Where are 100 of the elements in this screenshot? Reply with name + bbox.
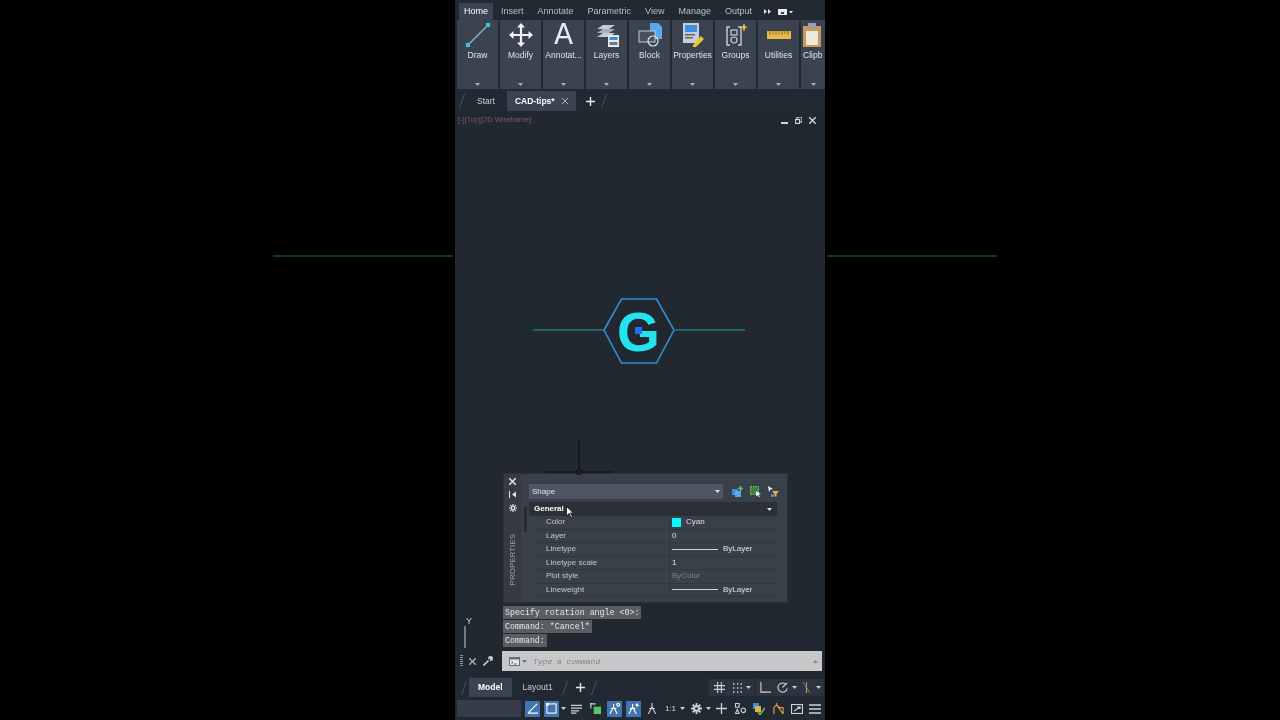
panel-toggle-icon[interactable] (778, 8, 793, 15)
tab-separator (461, 680, 467, 695)
scale-dropdown[interactable]: 1:1 (662, 700, 679, 717)
ribbon-panel[interactable]: Properties (672, 20, 713, 89)
selection-dropdown[interactable]: Shape (529, 484, 723, 499)
grip-icon[interactable] (460, 655, 463, 667)
lines-icon (571, 703, 583, 714)
menu-icon (809, 703, 822, 714)
figure-icon (646, 703, 657, 714)
grid-icon (714, 682, 725, 693)
panel-label: Utilities (764, 51, 793, 60)
status-toggle[interactable] (588, 700, 604, 717)
pin-icon[interactable] (509, 491, 516, 498)
restore-icon[interactable] (795, 116, 802, 124)
status-toggle[interactable] (733, 700, 749, 717)
angle-icon (527, 703, 538, 714)
corner-icon (760, 682, 771, 693)
close-icon[interactable] (809, 116, 816, 124)
caret-icon[interactable] (792, 686, 797, 689)
terminal-icon[interactable] (509, 656, 520, 666)
ribbon-panel[interactable]: A Annotat... (543, 20, 584, 89)
close-icon[interactable] (469, 657, 476, 665)
caret-icon[interactable] (561, 83, 566, 86)
caret-icon[interactable] (518, 83, 523, 86)
caret-icon[interactable] (560, 707, 566, 710)
panel-label: Clipb (803, 51, 823, 60)
caret-icon[interactable] (475, 83, 480, 86)
property-value[interactable]: ByLayer (723, 545, 753, 554)
caret-icon[interactable] (733, 83, 738, 86)
caret-icon[interactable] (705, 707, 711, 710)
figure-circle-icon (608, 703, 620, 714)
property-value[interactable]: Cyan (686, 518, 705, 527)
ribbon-tab[interactable]: Home (459, 3, 493, 20)
logo-letter: G (617, 310, 660, 354)
tab-separator (459, 94, 465, 108)
property-value[interactable]: ByLayer (723, 585, 753, 594)
status-toggle[interactable] (543, 700, 559, 717)
status-toggle[interactable] (625, 700, 641, 717)
ribbon-tab[interactable]: Insert (495, 3, 530, 20)
caret-icon[interactable] (715, 490, 720, 493)
status-toggle[interactable] (712, 679, 727, 696)
status-toggle[interactable] (775, 679, 790, 696)
caret-icon[interactable] (680, 707, 686, 710)
plus-icon[interactable] (575, 683, 585, 692)
cursor-funnel-icon[interactable] (768, 486, 779, 497)
circle-arrow-icon (777, 682, 788, 693)
status-toggle[interactable] (714, 700, 730, 717)
caret-icon[interactable] (767, 507, 772, 511)
overlap-squares-icon (590, 703, 602, 714)
status-toggle[interactable] (770, 700, 786, 717)
wrench-icon[interactable] (483, 656, 493, 666)
selected-hexagon-drawing[interactable] (603, 298, 675, 364)
ribbon-tab[interactable]: Output (718, 3, 758, 20)
ribbon-panel[interactable]: Utilities (758, 20, 799, 89)
status-toggle[interactable] (799, 679, 814, 696)
ribbon-panel[interactable]: Groups (715, 20, 756, 89)
ribbon-panel[interactable]: Modify (500, 20, 541, 89)
status-toggle[interactable] (688, 700, 704, 717)
layout-tab[interactable]: Layout1 (513, 678, 562, 697)
ribbon-panel[interactable]: Clipb (801, 20, 825, 89)
caret-icon[interactable] (604, 83, 609, 86)
property-value[interactable]: 0 (672, 531, 677, 540)
ucs-axis-icon (464, 626, 466, 648)
squares-plus-icon[interactable] (732, 486, 743, 497)
caret-icon[interactable] (746, 686, 751, 689)
property-label: Plot style (546, 572, 579, 581)
ribbon-tab[interactable]: Parametric (581, 3, 638, 20)
layout-tab[interactable]: Model (469, 678, 512, 697)
horizontal-line (674, 329, 745, 331)
ribbon-panel[interactable]: Layers (586, 20, 627, 89)
double-arrow-icon[interactable] (764, 9, 771, 14)
file-tab[interactable]: CAD-tips* (506, 91, 576, 111)
ribbon-panel[interactable]: Block (629, 20, 670, 89)
close-icon[interactable] (561, 98, 568, 104)
ribbon-panel[interactable]: Draw (457, 20, 498, 89)
property-value[interactable]: 1 (672, 558, 677, 567)
palette-title: PROPERTIES (508, 534, 517, 586)
status-toggle[interactable] (525, 700, 540, 717)
property-label: Color (546, 518, 566, 527)
status-toggle[interactable] (751, 700, 767, 717)
panel-label: Layers (593, 51, 620, 60)
caret-icon[interactable] (690, 83, 695, 86)
caret-icon[interactable] (811, 83, 816, 86)
panel-label: Block (639, 51, 660, 60)
status-toggle[interactable] (606, 700, 622, 717)
settings-icon[interactable] (508, 504, 517, 512)
tab-separator (590, 680, 597, 695)
caret-icon[interactable] (647, 83, 652, 86)
file-tab[interactable]: Start (469, 91, 503, 111)
dashed-square-cursor-icon[interactable] (750, 486, 761, 497)
shapes-icon (735, 703, 747, 714)
line-sample-icon (672, 589, 718, 591)
plus-icon[interactable] (585, 96, 595, 106)
ribbon-tab[interactable]: View (639, 3, 671, 20)
section-header[interactable]: General (529, 502, 777, 516)
caret-icon[interactable] (816, 686, 821, 689)
status-toggle[interactable] (758, 679, 773, 696)
caret-icon[interactable] (776, 83, 781, 86)
ribbon-tab[interactable]: Manage (672, 3, 717, 20)
ribbon-tab[interactable]: Annotate (531, 3, 580, 20)
